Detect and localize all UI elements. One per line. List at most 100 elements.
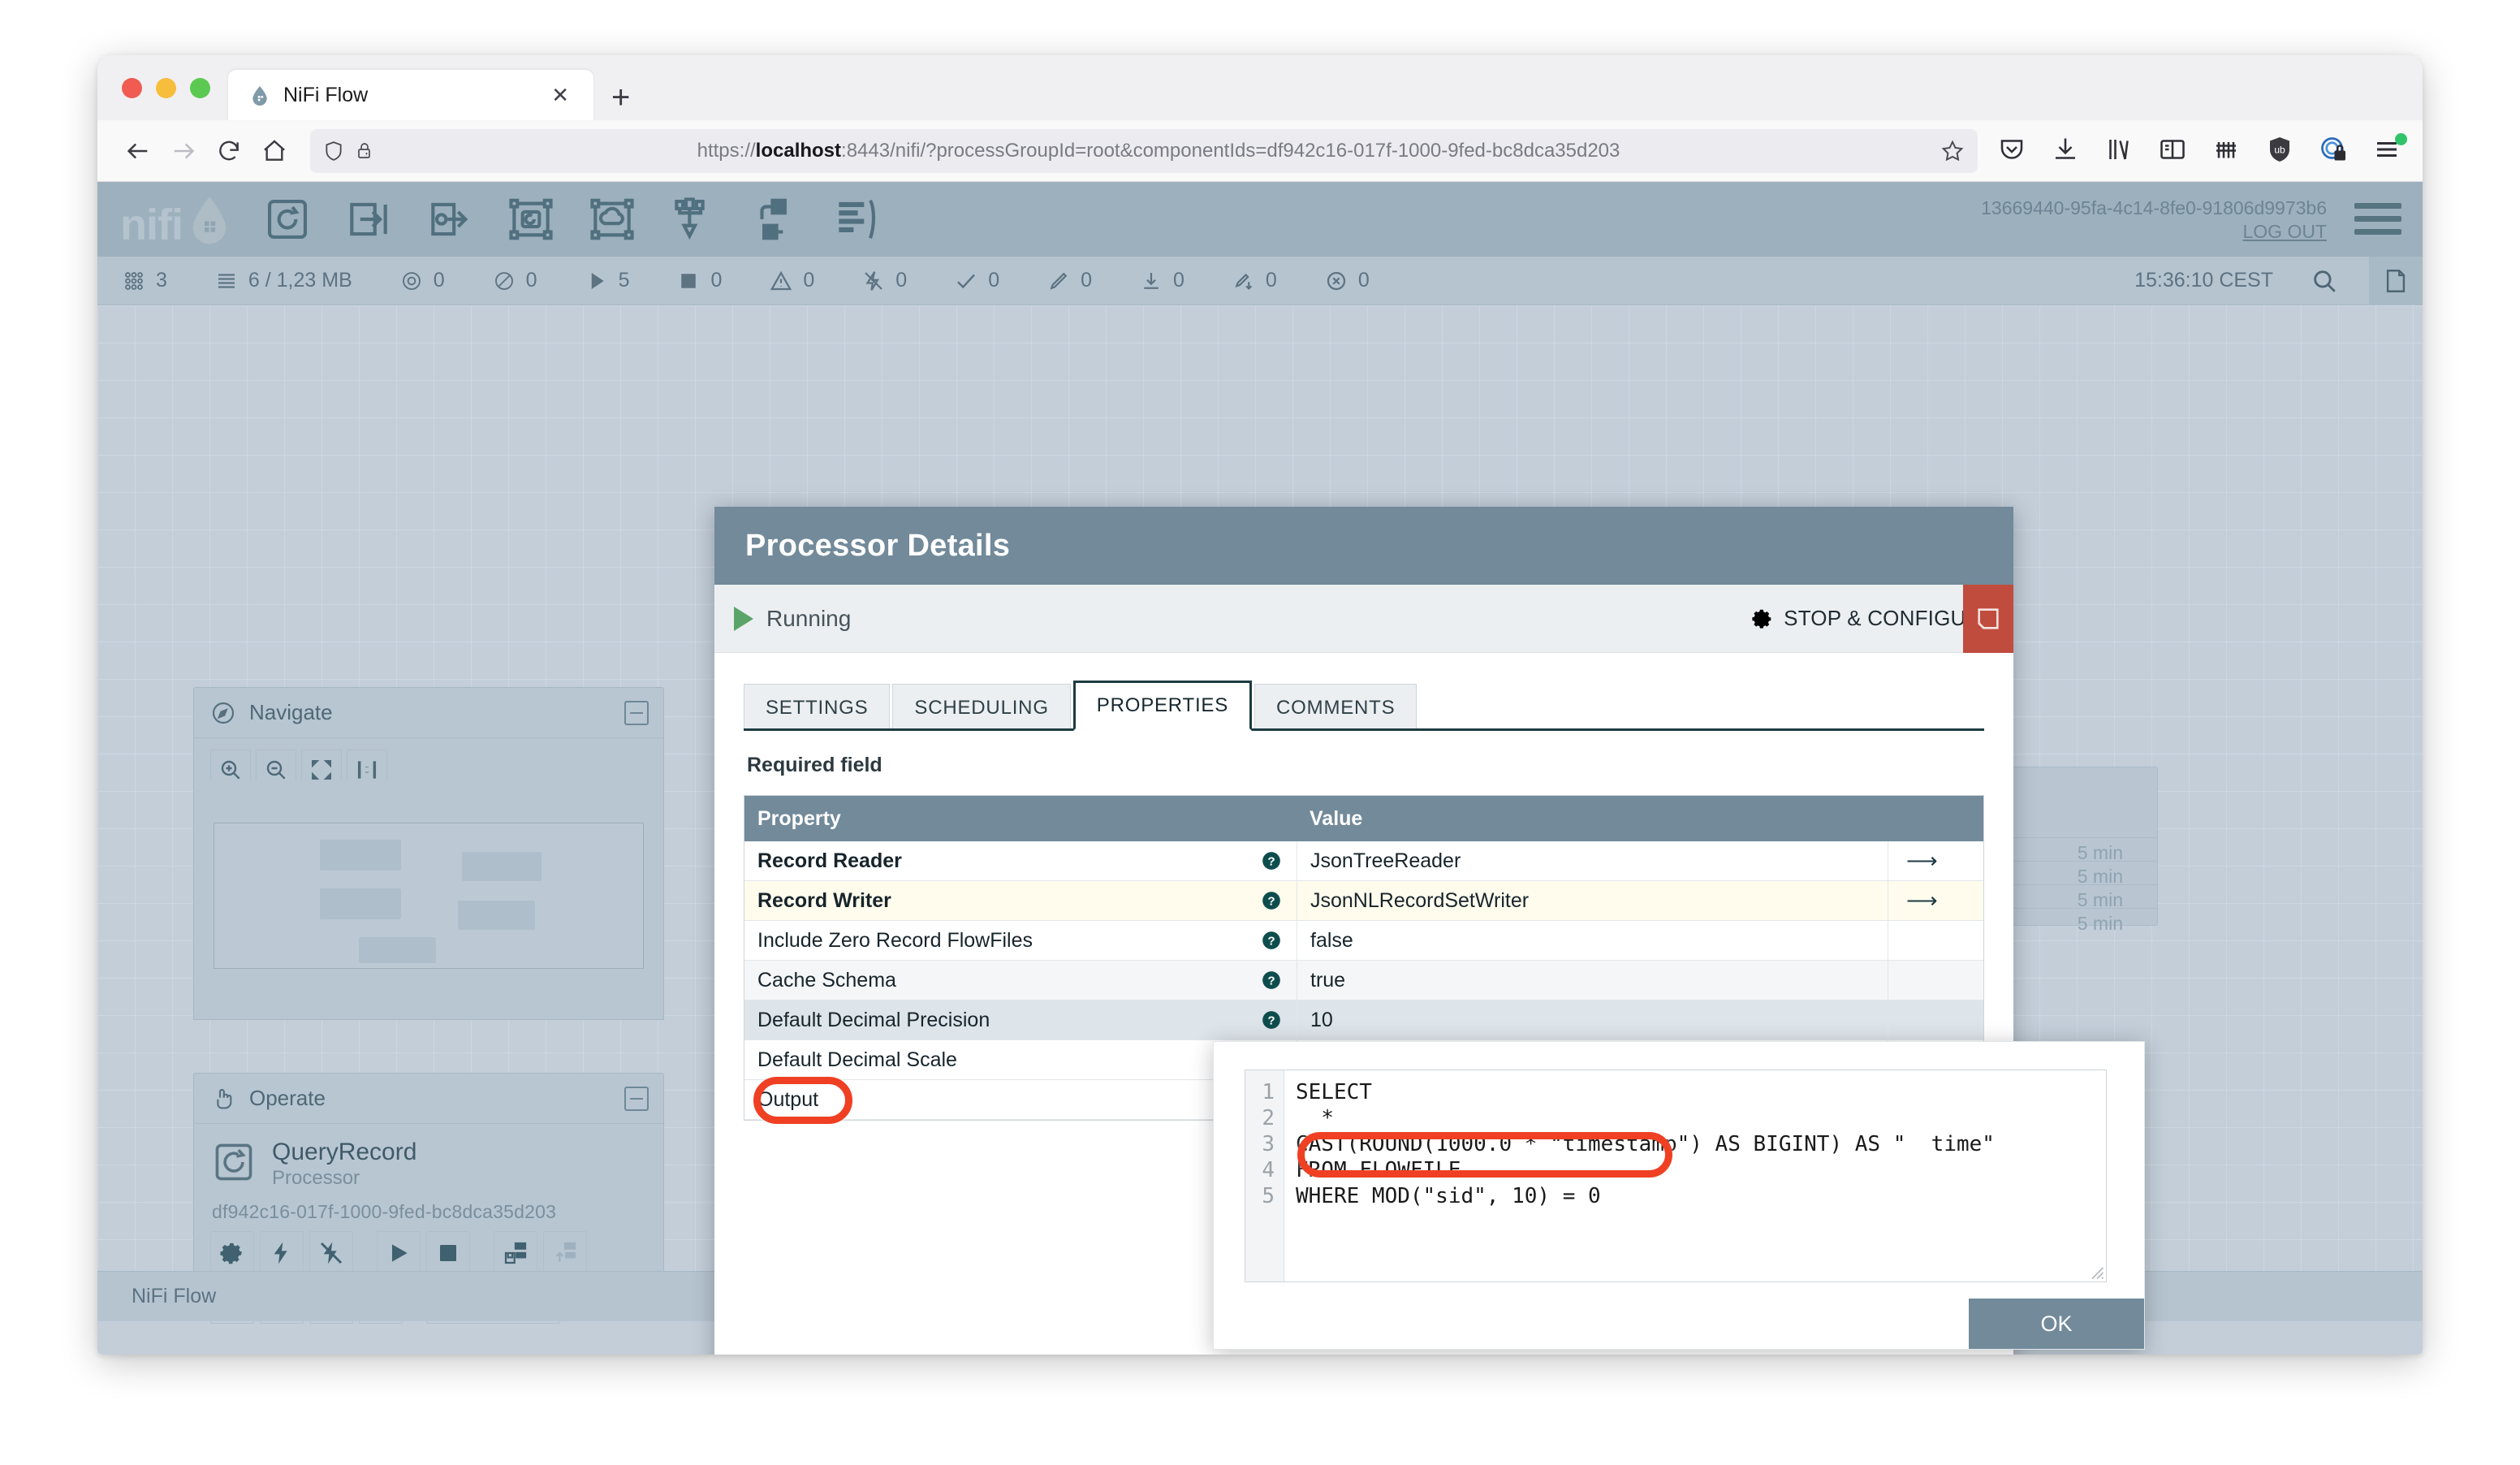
browser-tab-title: NiFi Flow xyxy=(283,84,545,107)
resize-handle-icon[interactable] xyxy=(2090,1265,2104,1280)
operate-panel: Operate QueryRecord Processor df942c16-0… xyxy=(193,1073,664,1296)
close-window-button[interactable] xyxy=(122,78,142,98)
search-icon[interactable] xyxy=(2311,267,2338,295)
value-cell[interactable]: 10 xyxy=(1297,1000,1888,1039)
disable-button[interactable] xyxy=(309,1231,353,1275)
dialog-title: Processor Details xyxy=(745,529,1010,564)
stop-and-configure-button[interactable]: STOP & CONFIGURE xyxy=(1750,606,1996,631)
canvas-component-upper[interactable]: 5 min 5 min 5 min 5 min xyxy=(2004,767,2158,926)
tab-settings[interactable]: SETTINGS xyxy=(744,684,890,731)
configure-button[interactable] xyxy=(210,1231,254,1275)
value-cell[interactable]: true xyxy=(1297,961,1888,1000)
create-template-button[interactable] xyxy=(494,1231,537,1275)
library-icon[interactable] xyxy=(2104,135,2137,167)
close-tab-button[interactable]: ✕ xyxy=(545,81,576,109)
bookmark-star-icon[interactable] xyxy=(1940,139,1965,163)
template-icon[interactable] xyxy=(668,194,718,244)
sidebar-icon[interactable] xyxy=(2158,135,2190,167)
home-button[interactable] xyxy=(252,128,297,174)
app-menu-icon[interactable] xyxy=(2372,135,2405,167)
output-port-icon[interactable] xyxy=(425,194,475,244)
nifi-status-bar: 3 6 / 1,23 MB 0 0 5 xyxy=(97,257,2423,305)
table-row[interactable]: Include Zero Record FlowFiles ? false xyxy=(744,921,1983,961)
ublock-icon[interactable]: ub xyxy=(2265,135,2298,167)
containers-icon[interactable] xyxy=(2211,135,2244,167)
window-controls[interactable] xyxy=(112,55,228,120)
stat-not-transmitting: 0 xyxy=(492,269,537,293)
minimize-window-button[interactable] xyxy=(156,78,176,98)
secure-connection-icon[interactable] xyxy=(2319,135,2351,167)
goto-arrow-icon[interactable]: ⟶ xyxy=(1906,890,1938,912)
nifi-global-menu-icon[interactable] xyxy=(2354,203,2401,235)
label-icon[interactable] xyxy=(831,194,881,244)
help-icon[interactable]: ? xyxy=(1261,890,1282,911)
maximize-window-button[interactable] xyxy=(190,78,210,98)
input-port-icon[interactable] xyxy=(343,194,394,244)
value-cell[interactable]: false xyxy=(1297,921,1888,960)
pocket-icon[interactable] xyxy=(1997,135,2030,167)
remote-process-group-icon[interactable] xyxy=(587,194,637,244)
upload-template-button[interactable] xyxy=(543,1231,587,1275)
enable-button[interactable] xyxy=(260,1231,304,1275)
back-button[interactable] xyxy=(115,128,161,174)
address-bar[interactable]: https://localhost:8443/nifi/?processGrou… xyxy=(310,129,1978,173)
sync-failure-icon xyxy=(1324,269,1348,293)
line-number: 3 xyxy=(1245,1131,1284,1157)
navigate-minimap[interactable] xyxy=(214,823,644,969)
operate-component: QueryRecord Processor xyxy=(194,1124,663,1190)
processor-icon[interactable] xyxy=(262,194,313,244)
collapse-operate-button[interactable] xyxy=(624,1087,649,1111)
goto-cell xyxy=(1888,1000,1983,1039)
canvas-component-row: 5 min xyxy=(2004,908,2157,939)
logout-link[interactable]: LOG OUT xyxy=(1981,221,2327,243)
goto-arrow-icon[interactable]: ⟶ xyxy=(1906,850,1938,872)
table-row[interactable]: Cache Schema ? true xyxy=(744,961,1983,1000)
svg-text:?: ? xyxy=(1267,934,1275,948)
nifi-logo: nifi xyxy=(120,192,235,246)
tab-properties[interactable]: PROPERTIES xyxy=(1073,681,1252,731)
goto-cell[interactable]: ⟶ xyxy=(1888,841,1983,880)
stat-stopped: 0 xyxy=(676,269,722,293)
browser-tab[interactable]: NiFi Flow ✕ xyxy=(228,70,593,120)
new-tab-button[interactable]: + xyxy=(611,81,630,114)
lock-warning-icon[interactable] xyxy=(356,140,375,162)
stat-active-threads: 3 xyxy=(122,269,167,293)
line-number-gutter: 1 2 3 4 5 xyxy=(1245,1070,1284,1281)
start-button[interactable] xyxy=(377,1231,421,1275)
queue-icon xyxy=(214,269,239,293)
value-cell[interactable]: JsonTreeReader xyxy=(1297,841,1888,880)
shield-icon[interactable] xyxy=(323,140,344,162)
reload-button[interactable] xyxy=(206,128,252,174)
table-row[interactable]: Record Reader ? JsonTreeReader ⟶ xyxy=(744,841,1983,881)
tab-scheduling[interactable]: SCHEDULING xyxy=(892,684,1070,731)
navigate-minimap-container[interactable] xyxy=(193,780,664,1020)
sql-ok-button[interactable]: OK xyxy=(1969,1299,2144,1349)
help-icon[interactable]: ? xyxy=(1261,1009,1282,1031)
table-header-row: Property Value xyxy=(744,796,1983,841)
download-icon[interactable] xyxy=(2051,135,2083,167)
forward-button[interactable] xyxy=(161,128,206,174)
help-icon[interactable]: ? xyxy=(1261,850,1282,871)
value-cell[interactable]: JsonNLRecordSetWriter xyxy=(1297,881,1888,920)
collapse-navigate-button[interactable] xyxy=(624,701,649,725)
table-row[interactable]: Record Writer ? JsonNLRecordSetWriter ⟶ xyxy=(744,881,1983,921)
process-group-count-icon xyxy=(122,269,146,293)
operate-component-name: QueryRecord xyxy=(272,1139,416,1167)
open-in-window-button[interactable] xyxy=(1963,585,2013,653)
funnel-icon[interactable] xyxy=(749,194,800,244)
process-group-icon[interactable] xyxy=(506,194,556,244)
table-row[interactable]: Default Decimal Precision ? 10 xyxy=(744,1000,1983,1040)
bulletin-board-button[interactable] xyxy=(2369,257,2423,305)
tab-comments[interactable]: COMMENTS xyxy=(1254,684,1417,731)
gear-icon xyxy=(1750,607,1774,631)
stat-disabled-value: 0 xyxy=(895,269,907,292)
goto-cell[interactable]: ⟶ xyxy=(1888,881,1983,920)
help-icon[interactable]: ? xyxy=(1261,970,1282,991)
operate-component-type: Processor xyxy=(272,1167,416,1190)
sql-line-annotation-circle xyxy=(1297,1132,1672,1178)
minimap-node xyxy=(462,852,542,881)
stop-button[interactable] xyxy=(426,1231,470,1275)
help-icon[interactable]: ? xyxy=(1261,930,1282,951)
nifi-drop-logo-icon xyxy=(184,192,235,246)
browser-toolbar-icons: ub xyxy=(1991,135,2405,167)
